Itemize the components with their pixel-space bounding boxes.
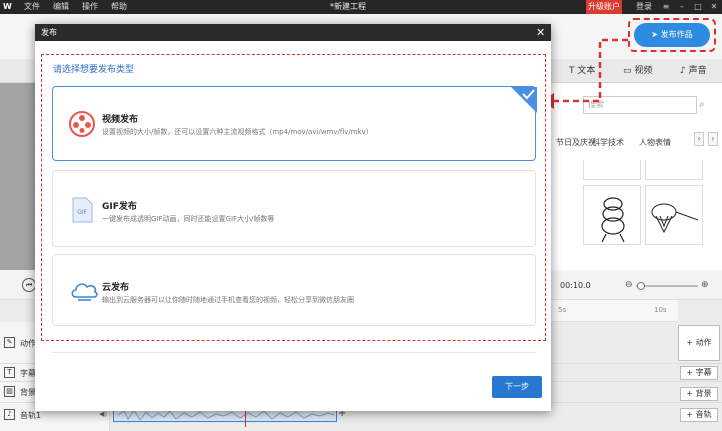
- close-icon[interactable]: ✕: [536, 24, 545, 41]
- ruler-tick-5s: 5s: [558, 306, 567, 314]
- menu-icon[interactable]: ≡: [661, 1, 671, 13]
- add-audio-track-button[interactable]: + 音轨: [680, 408, 718, 422]
- dialog-prompt: 请选择想要发布类型: [53, 65, 135, 75]
- add-subtitle-button[interactable]: + 字幕: [680, 366, 718, 380]
- net-asset-thumbnail[interactable]: [645, 185, 703, 245]
- category-prev-icon[interactable]: ‹: [694, 132, 704, 146]
- volume-icon[interactable]: ◀): [99, 410, 107, 418]
- film-reel-icon: [69, 111, 95, 137]
- title-bar: W 文件 编辑 操作 帮助 *新建工程 升级账户 登录 ≡ – □ ✕: [0, 0, 722, 14]
- publish-dialog: 发布 ✕ 请选择想要发布类型 视频发布 设置视频的大小/帧数，还可以设置六种主流…: [35, 24, 551, 411]
- dialog-divider: [52, 352, 536, 353]
- cloud-icon: [71, 283, 98, 301]
- action-track-label: 动作: [20, 339, 36, 348]
- zoom-slider-handle[interactable]: [637, 282, 645, 290]
- rope-icon: [601, 197, 625, 243]
- rope-asset-thumbnail[interactable]: [583, 185, 641, 245]
- audio-track-icon: ♪: [4, 409, 15, 420]
- video-publish-title: 视频发布: [102, 115, 139, 125]
- net-icon: [651, 203, 699, 234]
- category-science[interactable]: 科学技术: [592, 137, 624, 148]
- asset-thumbnail[interactable]: [645, 160, 703, 180]
- background-track-label: 背景: [20, 388, 36, 397]
- dialog-title: 发布: [41, 28, 57, 37]
- menu-edit[interactable]: 编辑: [53, 0, 69, 14]
- cloud-publish-title: 云发布: [102, 283, 130, 293]
- subtitle-track-label: 字幕: [20, 369, 36, 378]
- dialog-header: 发布 ✕: [35, 24, 551, 41]
- add-action-button[interactable]: + 动作: [678, 325, 720, 361]
- gif-icon-text: GIF: [77, 209, 87, 216]
- zoom-out-icon[interactable]: ⊖: [625, 280, 633, 290]
- menu-file[interactable]: 文件: [24, 0, 40, 14]
- zoom-slider[interactable]: [636, 285, 698, 287]
- video-publish-desc: 设置视频的大小/帧数，还可以设置六种主流视频格式（mp4/mov/avi/wmv…: [102, 128, 373, 136]
- next-step-button[interactable]: 下一步: [492, 376, 542, 398]
- minimize-icon[interactable]: –: [677, 1, 687, 13]
- category-people[interactable]: 人物表情: [639, 137, 671, 148]
- gif-publish-option[interactable]: GIF GIF发布 一键发布成透明GIF动画，同时还能设置GIF大小/帧数等: [52, 170, 536, 247]
- app-logo: W: [3, 2, 12, 11]
- background-track-icon: ▨: [4, 386, 15, 397]
- asset-thumbnail[interactable]: [583, 160, 641, 180]
- zoom-in-icon[interactable]: ⊕: [701, 280, 709, 290]
- video-publish-option[interactable]: 视频发布 设置视频的大小/帧数，还可以设置六种主流视频格式（mp4/mov/av…: [52, 86, 537, 161]
- maximize-icon[interactable]: □: [693, 1, 703, 13]
- cloud-publish-option[interactable]: 云发布 输出到云服务器可以让你随时随地通过手机查看您的视频，轻松分享到微信朋友圈: [52, 254, 536, 326]
- window-title: *新建工程: [330, 2, 366, 11]
- add-background-button[interactable]: + 背景: [680, 387, 718, 401]
- gif-file-icon: GIF: [72, 197, 93, 223]
- gif-publish-desc: 一键发布成透明GIF动画，同时还能设置GIF大小/帧数等: [102, 215, 275, 223]
- menu-action[interactable]: 操作: [82, 0, 98, 14]
- time-display[interactable]: 00:10.0: [560, 281, 591, 290]
- category-next-icon[interactable]: ›: [708, 132, 718, 146]
- checkmark-icon: [511, 87, 537, 113]
- gif-publish-title: GIF发布: [102, 202, 137, 212]
- window-close-icon[interactable]: ✕: [709, 1, 719, 13]
- audio-track-label: 音轨1: [20, 411, 42, 420]
- ruler-tick-10s: 10s: [654, 306, 667, 314]
- upgrade-account-button[interactable]: 升级账户: [586, 0, 622, 14]
- prev-frame-icon[interactable]: ⏮: [22, 278, 36, 292]
- subtitle-track-icon: T: [4, 367, 15, 378]
- action-track-icon: ✎: [4, 337, 15, 348]
- cloud-publish-desc: 输出到云服务器可以让你随时随地通过手机查看您的视频，轻松分享到微信朋友圈: [102, 296, 354, 304]
- category-festival[interactable]: 节日及庆祝: [556, 137, 596, 148]
- menu-help[interactable]: 帮助: [111, 0, 127, 14]
- login-link[interactable]: 登录: [636, 0, 652, 14]
